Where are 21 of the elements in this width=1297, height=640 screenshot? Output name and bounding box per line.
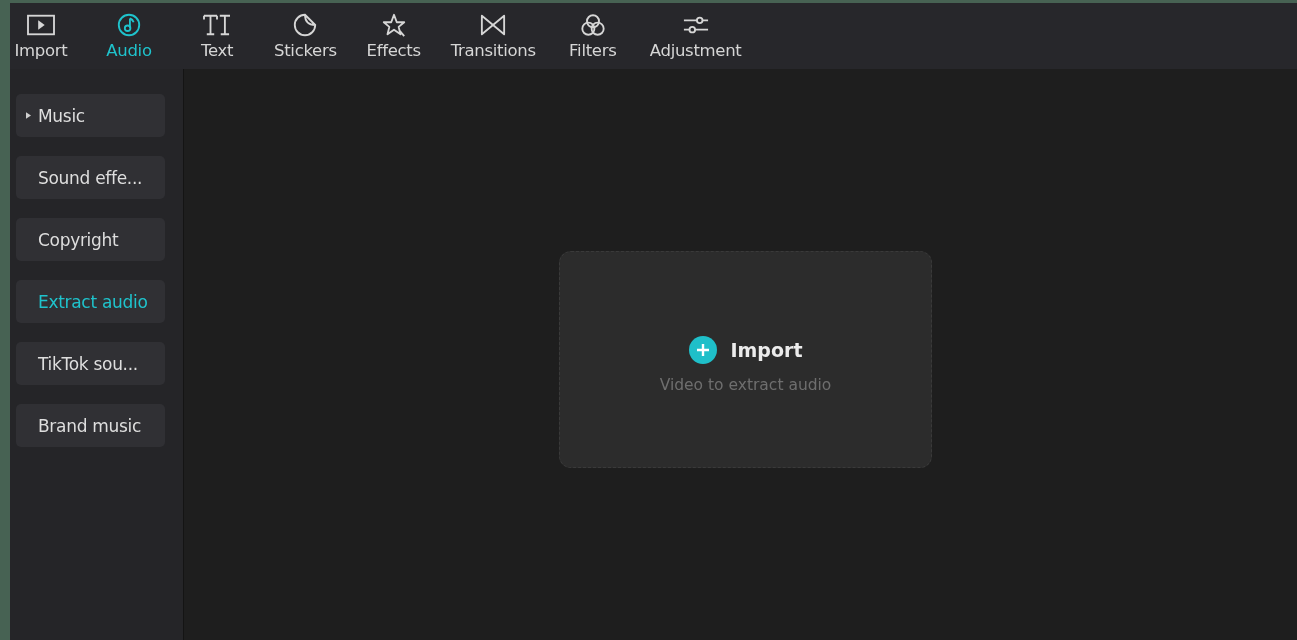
sidebar-item[interactable]: Sound effe... xyxy=(16,156,165,199)
import-hint: Video to extract audio xyxy=(659,375,832,394)
media-icon xyxy=(26,12,56,38)
toolbar-tab[interactable]: Audio xyxy=(98,3,160,69)
toolbar-tab[interactable]: Text xyxy=(186,3,248,69)
toolbar-tab[interactable]: Filters xyxy=(561,3,624,69)
sidebar-item[interactable]: Extract audio xyxy=(16,280,165,323)
import-title: Import xyxy=(730,338,803,361)
toolbar-tab[interactable]: Effects xyxy=(362,3,425,69)
import-card[interactable]: Import Video to extract audio xyxy=(559,251,932,468)
sidebar-item[interactable]: Brand music xyxy=(16,404,165,447)
sidebar-item[interactable]: Music xyxy=(16,94,165,137)
sidebar-item[interactable]: TikTok sou... xyxy=(16,342,165,385)
caret-icon xyxy=(26,112,31,119)
sidebar-item[interactable]: Copyright xyxy=(16,218,165,261)
plus-icon xyxy=(688,335,717,364)
toolbar-tab[interactable]: Import xyxy=(10,3,72,69)
toolbar-tab[interactable]: Adjustment xyxy=(649,3,742,69)
toolbar-tab[interactable]: Transitions xyxy=(450,3,536,69)
text-icon xyxy=(202,12,232,38)
toolbar-tab[interactable]: Stickers xyxy=(274,3,337,69)
